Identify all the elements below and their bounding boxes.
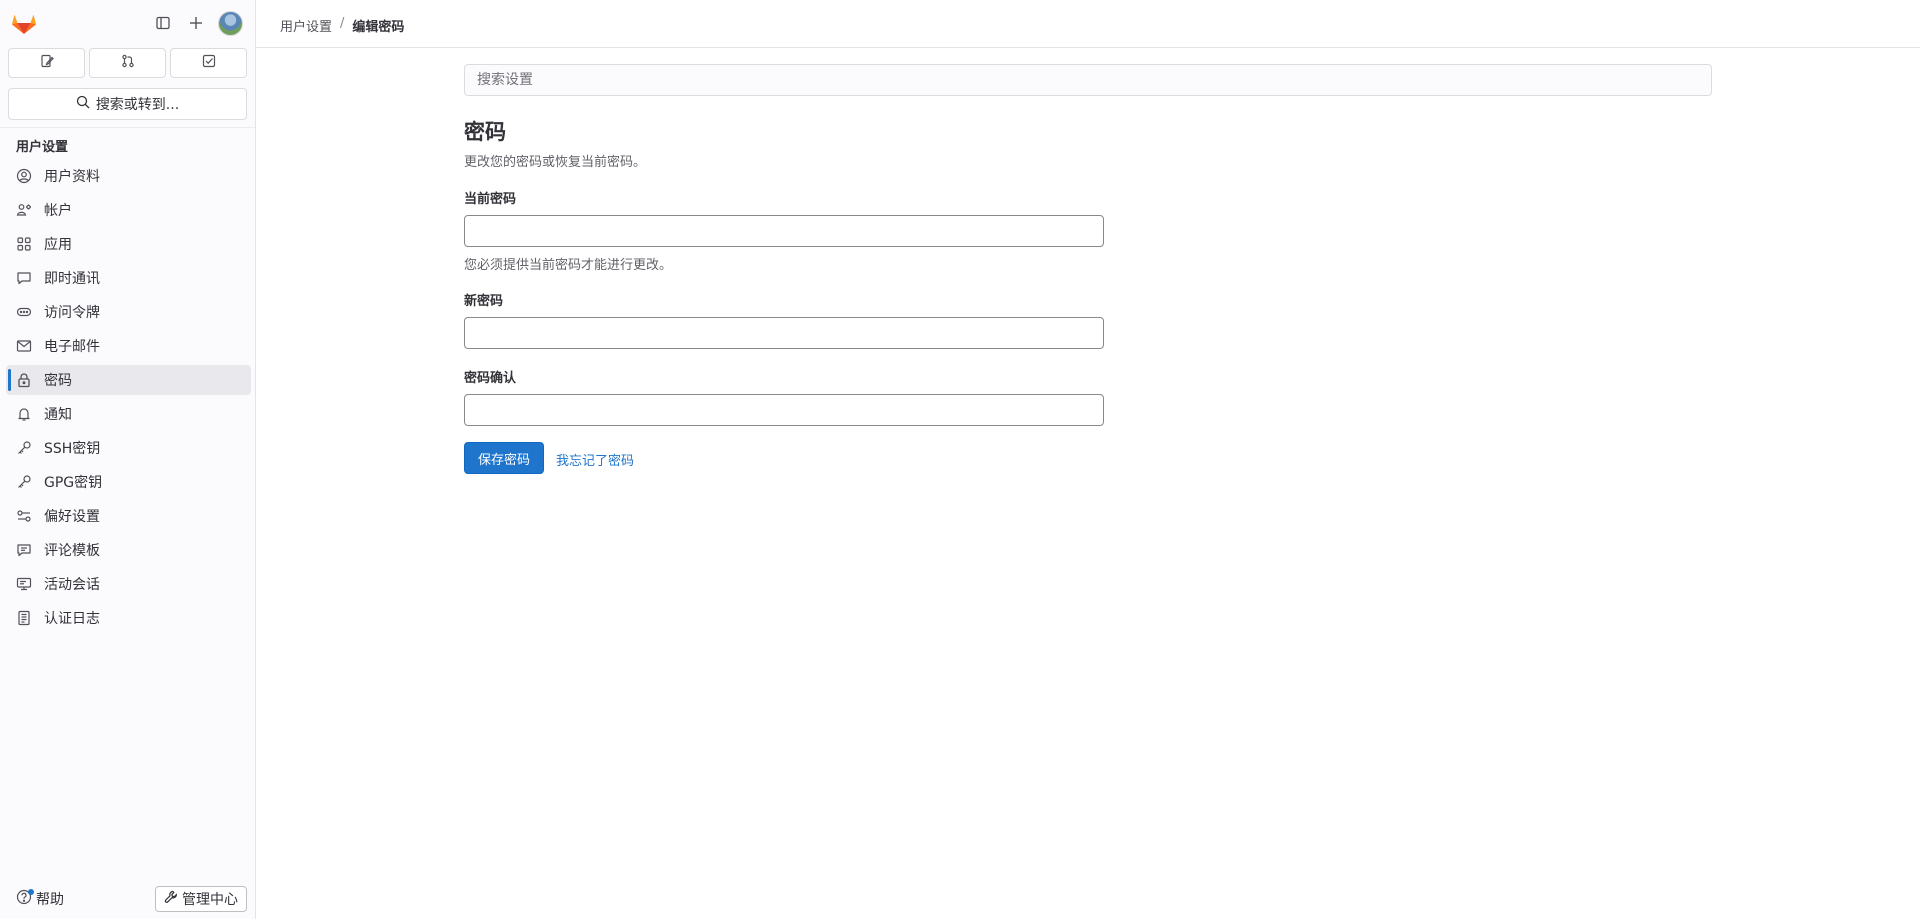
comment-icon <box>16 270 32 286</box>
page-title: 密码 <box>464 120 506 144</box>
sidebar-item-label: 偏好设置 <box>44 509 100 525</box>
sidebar-item-gpg-keys[interactable]: GPG密钥 <box>6 467 251 497</box>
settings-search-input[interactable] <box>464 64 1712 96</box>
log-icon <box>16 610 32 626</box>
sidebar-toggle-icon[interactable] <box>151 11 175 35</box>
sidebar-item-label: 帐户 <box>44 203 72 219</box>
sidebar-item-account[interactable]: 帐户 <box>6 195 251 225</box>
breadcrumb-separator: / <box>340 16 345 31</box>
key-icon <box>16 440 32 456</box>
current-password-hint: 您必须提供当前密码才能进行更改。 <box>464 258 673 273</box>
merge-request-icon <box>121 54 135 72</box>
sidebar-header <box>0 0 255 46</box>
sidebar-item-label: 评论模板 <box>44 543 100 559</box>
mail-icon <box>16 338 32 354</box>
todo-icon <box>202 54 216 72</box>
account-icon <box>16 202 32 218</box>
sidebar-item-label: 通知 <box>44 407 72 423</box>
sidebar-item-label: 密码 <box>44 373 72 389</box>
avatar[interactable] <box>218 11 243 36</box>
sidebar: 搜索或转到... 用户设置 用户资料 帐户 应用 即时通讯 访问令牌 电子邮件 <box>0 0 256 919</box>
sidebar-item-access-tokens[interactable]: 访问令牌 <box>6 297 251 327</box>
confirm-password-input[interactable] <box>464 394 1104 426</box>
sidebar-divider <box>0 127 255 128</box>
sidebar-item-label: 认证日志 <box>44 611 100 627</box>
sidebar-item-label: 即时通讯 <box>44 271 100 287</box>
forgot-password-link[interactable]: 我忘记了密码 <box>556 450 634 469</box>
notification-dot <box>28 889 34 895</box>
admin-area-button[interactable]: 管理中心 <box>155 886 247 912</box>
sidebar-item-applications[interactable]: 应用 <box>6 229 251 259</box>
new-password-label: 新密码 <box>464 294 504 309</box>
todo-button[interactable] <box>170 48 247 78</box>
top-bar: 用户设置 / 编辑密码 <box>256 0 1920 48</box>
issues-icon <box>40 54 54 72</box>
sidebar-section-title: 用户设置 <box>16 140 69 155</box>
sidebar-item-label: SSH密钥 <box>44 441 101 457</box>
token-icon <box>16 304 32 320</box>
sidebar-item-label: 访问令牌 <box>44 305 100 321</box>
sidebar-item-auth-log[interactable]: 认证日志 <box>6 603 251 633</box>
bell-icon <box>16 406 32 422</box>
help-button[interactable]: 帮助 <box>16 889 64 909</box>
sidebar-item-emails[interactable]: 电子邮件 <box>6 331 251 361</box>
breadcrumb-user-settings[interactable]: 用户设置 <box>280 16 332 35</box>
merge-requests-button[interactable] <box>89 48 166 78</box>
issues-button[interactable] <box>8 48 85 78</box>
sidebar-item-label: GPG密钥 <box>44 475 103 491</box>
breadcrumb: 用户设置 / 编辑密码 <box>280 16 404 35</box>
monitor-icon <box>16 576 32 592</box>
sidebar-item-comment-templates[interactable]: 评论模板 <box>6 535 251 565</box>
sidebar-item-label: 应用 <box>44 237 72 253</box>
global-search-label: 搜索或转到... <box>95 97 180 113</box>
sidebar-item-label: 电子邮件 <box>44 339 100 355</box>
sidebar-item-chat[interactable]: 即时通讯 <box>6 263 251 293</box>
current-password-label: 当前密码 <box>464 192 517 207</box>
sidebar-item-active-sessions[interactable]: 活动会话 <box>6 569 251 599</box>
sidebar-item-notifications[interactable]: 通知 <box>6 399 251 429</box>
new-password-input[interactable] <box>464 317 1104 349</box>
comment-template-icon <box>16 542 32 558</box>
sidebar-item-profile[interactable]: 用户资料 <box>6 161 251 191</box>
save-password-button[interactable]: 保存密码 <box>464 442 544 474</box>
sidebar-footer: 帮助 管理中心 <box>0 885 255 915</box>
page-description: 更改您的密码或恢复当前密码。 <box>464 155 647 170</box>
sidebar-item-password[interactable]: 密码 <box>6 365 251 395</box>
wrench-icon <box>164 890 178 908</box>
search-icon <box>76 95 90 113</box>
sidebar-item-preferences[interactable]: 偏好设置 <box>6 501 251 531</box>
applications-icon <box>16 236 32 252</box>
help-label: 帮助 <box>36 892 64 908</box>
quick-actions <box>8 48 247 78</box>
sidebar-nav: 用户资料 帐户 应用 即时通讯 访问令牌 电子邮件 密码 通知 SSH密钥 GP… <box>6 161 251 637</box>
preferences-icon <box>16 508 32 524</box>
global-search-button[interactable]: 搜索或转到... <box>8 88 247 120</box>
plus-icon[interactable] <box>184 11 208 35</box>
sidebar-item-ssh-keys[interactable]: SSH密钥 <box>6 433 251 463</box>
current-password-input[interactable] <box>464 215 1104 247</box>
sidebar-item-label: 活动会话 <box>44 577 100 593</box>
key-icon <box>16 474 32 490</box>
confirm-password-label: 密码确认 <box>464 371 517 386</box>
gitlab-logo-icon[interactable] <box>11 11 37 35</box>
sidebar-item-label: 用户资料 <box>44 169 100 185</box>
breadcrumb-current: 编辑密码 <box>352 20 405 35</box>
user-icon <box>16 168 32 184</box>
lock-icon <box>16 372 32 388</box>
admin-area-label: 管理中心 <box>182 892 238 908</box>
